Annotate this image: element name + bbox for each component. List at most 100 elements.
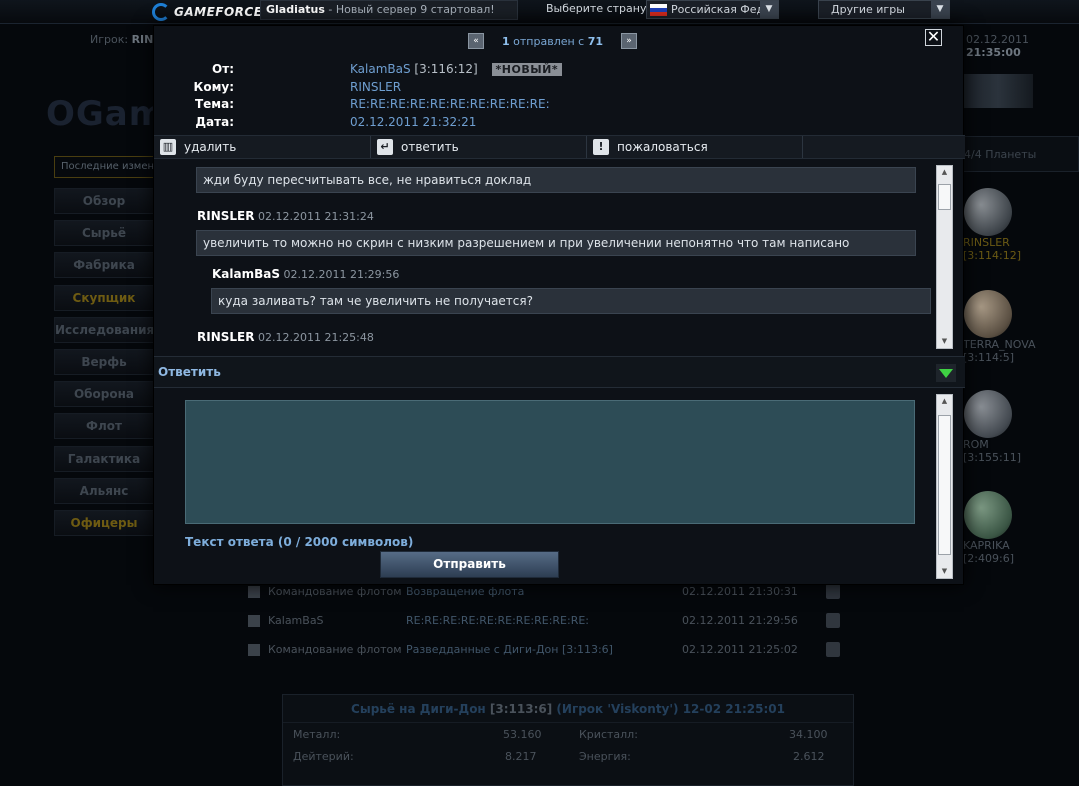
trash-icon: ▥ [160, 139, 176, 155]
subject-label: Тема: [194, 97, 234, 111]
news-text: - Новый сервер 9 стартовал! [324, 3, 495, 16]
to-label: Кому: [193, 80, 234, 94]
chevron-down-icon[interactable]: ▼ [931, 1, 949, 18]
menu-item-alliance[interactable]: Альянс [54, 477, 154, 504]
author-date: 02.12.2011 21:29:56 [283, 268, 400, 281]
send-button[interactable]: Отправить [380, 551, 559, 578]
message-actions: ▥ удалить ↵ ответить ! пожаловаться [154, 135, 965, 159]
menu-item-overview[interactable]: Обзор [54, 188, 154, 214]
row-date: 02.12.2011 21:29:56 [682, 614, 798, 627]
from-label: От: [212, 62, 234, 76]
row-subject[interactable]: Разведданные с Диги-Дон [3:113:6] [406, 643, 613, 656]
trash-icon[interactable] [826, 642, 840, 657]
metal-label: Металл: [293, 728, 341, 741]
trash-icon[interactable] [826, 613, 840, 628]
gameforce-logo[interactable]: GAMEFORCE [152, 1, 262, 23]
espionage-report: Сырьё на Диги-Дон [3:113:6] (Игрок 'Visk… [282, 694, 854, 786]
reply-arrow-icon: ↵ [377, 139, 393, 155]
scroll-thumb[interactable] [938, 184, 951, 210]
planet-item[interactable]: KAPRIKA [2:409:6] [963, 491, 1073, 565]
menu-item-merchant[interactable]: Скупщик [54, 284, 154, 311]
menu-item-fleet[interactable]: Флот [54, 413, 154, 440]
from-name[interactable]: KalamBaS [350, 62, 411, 76]
planet-item[interactable]: ROM [3:155:11] [963, 390, 1073, 464]
latest-changes-box[interactable]: Последние изменения [54, 156, 154, 178]
report-title: Сырьё на Диги-Дон [3:113:6] (Игрок 'Visk… [283, 695, 853, 723]
menu-item-galaxy[interactable]: Галактика [54, 445, 154, 472]
report-title-player: (Игрок 'Viskonty') 12-02 21:25:01 [552, 702, 785, 716]
scroll-thumb[interactable] [938, 415, 951, 555]
planet-image [964, 390, 1012, 438]
next-message-button[interactable]: » [621, 33, 638, 49]
news-game-name: Gladiatus [266, 3, 325, 16]
scroll-down-arrow-icon[interactable]: ▼ [937, 335, 952, 348]
reply-scrollbar[interactable]: ▲ ▼ [936, 394, 953, 579]
previous-message-button[interactable]: « [468, 33, 484, 49]
scroll-up-arrow-icon[interactable]: ▲ [937, 166, 952, 179]
planet-item[interactable]: RINSLER [3:114:12] [963, 188, 1073, 262]
trash-icon[interactable] [826, 584, 840, 599]
planet-name: TERRA_NOVA [963, 338, 1036, 351]
menu-item-factory[interactable]: Фабрика [54, 252, 154, 279]
menu-item-shipyard[interactable]: Верфь [54, 348, 154, 375]
planet-coords: [3:155:11] [963, 451, 1021, 464]
row-checkbox[interactable] [248, 615, 260, 627]
author-name[interactable]: RINSLER [197, 209, 254, 223]
country-select[interactable]: Российская Федерация ▼ [646, 0, 779, 19]
planets-header: 4/4 Планеты [963, 136, 1079, 172]
menu-item-defense[interactable]: Оборона [54, 381, 154, 408]
reply-textarea[interactable] [185, 400, 915, 524]
row-checkbox[interactable] [248, 586, 260, 598]
pager-text: 1 отправлен с 71 [502, 35, 603, 48]
thread-scrollbar[interactable]: ▲ ▼ [936, 165, 953, 349]
author-name[interactable]: KalamBaS [212, 267, 280, 281]
server-time: 02.12.2011 21:35:00 [966, 33, 1079, 59]
officer-thumbnails[interactable] [963, 74, 1033, 108]
reply-label: ответить [401, 140, 459, 154]
row-subject[interactable]: RE:RE:RE:RE:RE:RE:RE:RE:RE:RE: [406, 614, 589, 627]
close-icon[interactable]: ✕ [925, 29, 942, 46]
delete-button[interactable]: ▥ удалить [154, 136, 371, 158]
from-coords[interactable]: [3:116:12] [414, 62, 477, 76]
player-label: Игрок: [90, 33, 132, 46]
other-games-select[interactable]: Другие игры ▼ [818, 0, 950, 19]
reply-char-count: Текст ответа (0 / 2000 символов) [185, 535, 414, 549]
message-bubble: увеличить то можно но скрин с низким раз… [196, 230, 916, 256]
message-pager: « 1 отправлен с 71 » [468, 31, 638, 51]
message-list-row[interactable]: Командование флотом Разведданные с Диги-… [246, 638, 846, 666]
news-ticker[interactable]: Gladiatus - Новый сервер 9 стартовал! [260, 0, 518, 20]
row-checkbox[interactable] [248, 644, 260, 656]
reply-section-header[interactable]: Ответить [154, 356, 965, 388]
message-list-row[interactable]: KalamBaS RE:RE:RE:RE:RE:RE:RE:RE:RE:RE: … [246, 609, 846, 637]
menu-item-resources[interactable]: Сырьё [54, 220, 154, 247]
scroll-up-arrow-icon[interactable]: ▲ [937, 395, 952, 408]
message-thread[interactable]: жди буду пересчитывать все, не нравиться… [154, 161, 954, 351]
planet-image [964, 188, 1012, 236]
row-subject[interactable]: Возвращение флота [406, 585, 524, 598]
report-row: Металл: 53.160 Кристалл: 34.100 [283, 723, 853, 745]
report-title-planet: Сырьё на Диги-Дон [351, 702, 490, 716]
deuterium-label: Дейтерий: [293, 750, 354, 763]
deuterium-value: 8.217 [505, 750, 537, 763]
planet-name: RINSLER [963, 236, 1010, 249]
to-value: RINSLER [350, 80, 402, 94]
planet-image [964, 290, 1012, 338]
menu-item-officers[interactable]: Офицеры [54, 509, 154, 536]
planet-image [964, 491, 1012, 539]
planet-coords: [3:114:5] [963, 351, 1014, 364]
russia-flag-icon [650, 4, 667, 16]
author-name[interactable]: RINSLER [197, 330, 254, 344]
subject-value: RE:RE:RE:RE:RE:RE:RE:RE:RE:RE: [350, 97, 550, 111]
menu-item-research[interactable]: Исследования [54, 316, 154, 343]
planet-item[interactable]: TERRA_NOVA [3:114:5] [963, 290, 1073, 364]
reply-button[interactable]: ↵ ответить [371, 136, 587, 158]
header-to-row: Кому: RINSLER [154, 80, 854, 96]
expand-arrow-icon[interactable] [936, 364, 956, 382]
pager-total: 71 [587, 34, 604, 48]
scroll-down-arrow-icon[interactable]: ▼ [937, 565, 952, 578]
new-badge: *НОВЫЙ* [491, 63, 563, 76]
report-button[interactable]: ! пожаловаться [587, 136, 803, 158]
gameforce-ring-icon [152, 3, 170, 21]
chevron-down-icon[interactable]: ▼ [760, 1, 778, 18]
message-bubble: жди буду пересчитывать все, не нравиться… [196, 167, 916, 193]
